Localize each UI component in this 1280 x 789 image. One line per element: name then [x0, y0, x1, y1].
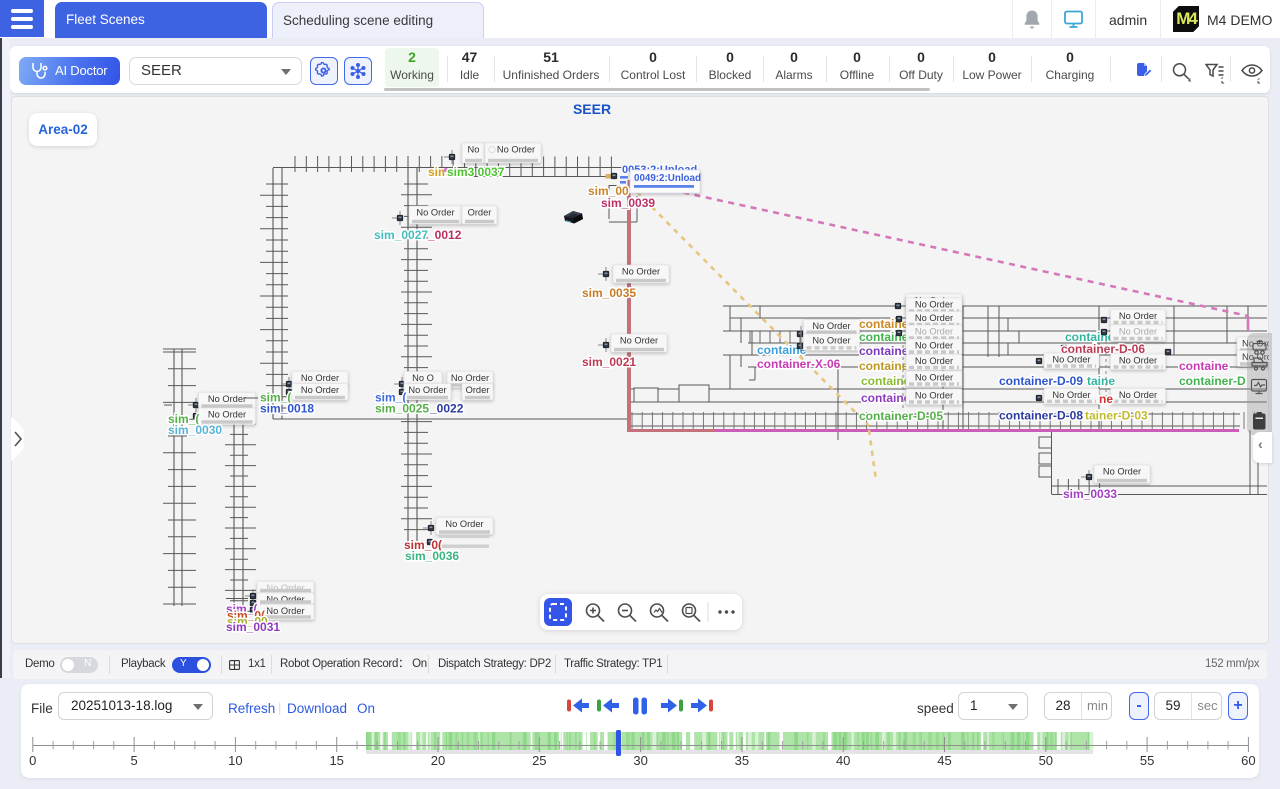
svg-text:10: 10 — [228, 753, 242, 768]
svg-text:30: 30 — [633, 753, 647, 768]
svg-text:60: 60 — [1241, 753, 1255, 768]
svg-text:55: 55 — [1140, 753, 1154, 768]
svg-text:40: 40 — [836, 753, 850, 768]
svg-text:50: 50 — [1039, 753, 1053, 768]
svg-text:20: 20 — [431, 753, 445, 768]
svg-text:45: 45 — [937, 753, 951, 768]
svg-text:5: 5 — [130, 753, 137, 768]
svg-text:15: 15 — [329, 753, 343, 768]
svg-text:35: 35 — [735, 753, 749, 768]
svg-text:25: 25 — [532, 753, 546, 768]
svg-text:0: 0 — [29, 753, 36, 768]
